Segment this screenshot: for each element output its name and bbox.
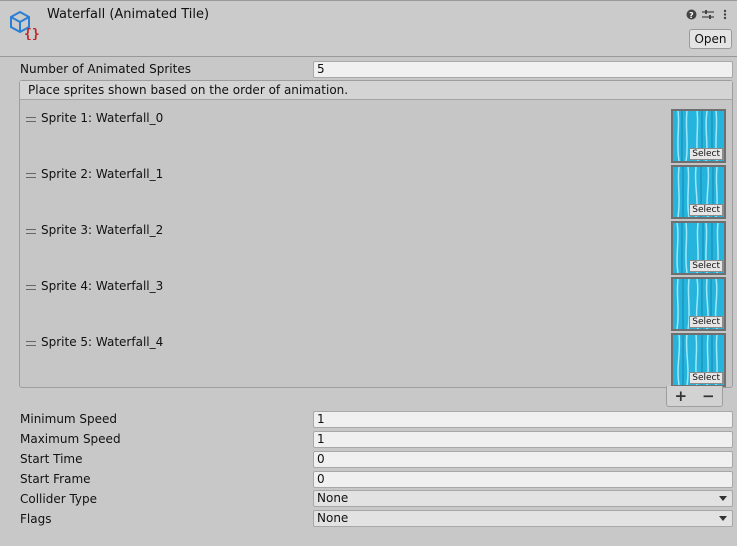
sprite-list: Place sprites shown based on the order o… [19,80,733,388]
sprite-thumbnail[interactable]: Select [671,333,726,387]
select-button[interactable]: Select [689,316,723,328]
chevron-down-icon [719,516,727,521]
inspector-header: {} Waterfall (Animated Tile) ? Open [0,0,737,57]
svg-text:{}: {} [24,27,40,40]
select-button[interactable]: Select [689,260,723,272]
max-speed-label: Maximum Speed [20,432,121,446]
collider-type-label: Collider Type [20,492,98,506]
open-button[interactable]: Open [689,29,732,49]
max-speed-field[interactable]: 1 [313,431,733,448]
select-button[interactable]: Select [689,372,723,384]
drag-handle-icon[interactable] [26,117,36,122]
chevron-down-icon [719,496,727,501]
start-time-field[interactable]: 0 [313,451,733,468]
sprite-item-label: Sprite 1: Waterfall_0 [41,111,164,125]
sprite-item-label: Sprite 2: Waterfall_1 [41,167,164,181]
sprite-thumbnail[interactable]: Select [671,165,726,219]
drag-handle-icon[interactable] [26,173,36,178]
start-frame-field[interactable]: 0 [313,471,733,488]
collider-type-value: None [317,491,349,505]
more-options-icon[interactable] [719,8,731,20]
list-add-remove-footer: + − [666,386,723,407]
min-speed-field[interactable]: 1 [313,411,733,428]
sprite-item-label: Sprite 4: Waterfall_3 [41,279,164,293]
drag-handle-icon[interactable] [26,341,36,346]
flags-value: None [317,511,349,525]
sprite-thumbnail[interactable]: Select [671,109,726,163]
sprite-thumbnail[interactable]: Select [671,221,726,275]
min-speed-label: Minimum Speed [20,412,118,426]
list-item[interactable]: Sprite 5: Waterfall_4 Select [20,331,732,387]
drag-handle-icon[interactable] [26,285,36,290]
sprite-item-label: Sprite 5: Waterfall_4 [41,335,164,349]
drag-handle-icon[interactable] [26,229,36,234]
header-top-border [0,0,737,1]
help-icon[interactable]: ? [685,8,697,20]
list-item[interactable]: Sprite 2: Waterfall_1 Select [20,163,732,219]
asset-title: Waterfall (Animated Tile) [47,7,210,22]
sprite-thumbnail[interactable]: Select [671,277,726,331]
remove-element-button[interactable]: − [698,387,718,405]
animated-tile-asset-icon: {} [10,10,40,40]
select-button[interactable]: Select [689,148,723,160]
select-button[interactable]: Select [689,204,723,216]
num-sprites-field[interactable]: 5 [313,61,733,78]
flags-dropdown[interactable]: None [313,510,733,527]
svg-text:?: ? [689,11,694,20]
flags-label: Flags [20,512,52,526]
add-element-button[interactable]: + [671,387,691,405]
start-time-label: Start Time [20,452,83,466]
start-frame-label: Start Frame [20,472,91,486]
preset-icon[interactable] [702,8,714,20]
sprite-item-label: Sprite 3: Waterfall_2 [41,223,164,237]
sprite-list-header: Place sprites shown based on the order o… [20,81,732,100]
collider-type-dropdown[interactable]: None [313,490,733,507]
list-item[interactable]: Sprite 3: Waterfall_2 Select [20,219,732,275]
list-item[interactable]: Sprite 4: Waterfall_3 Select [20,275,732,331]
list-item[interactable]: Sprite 1: Waterfall_0 Select [20,107,732,163]
num-sprites-label: Number of Animated Sprites [20,62,191,76]
